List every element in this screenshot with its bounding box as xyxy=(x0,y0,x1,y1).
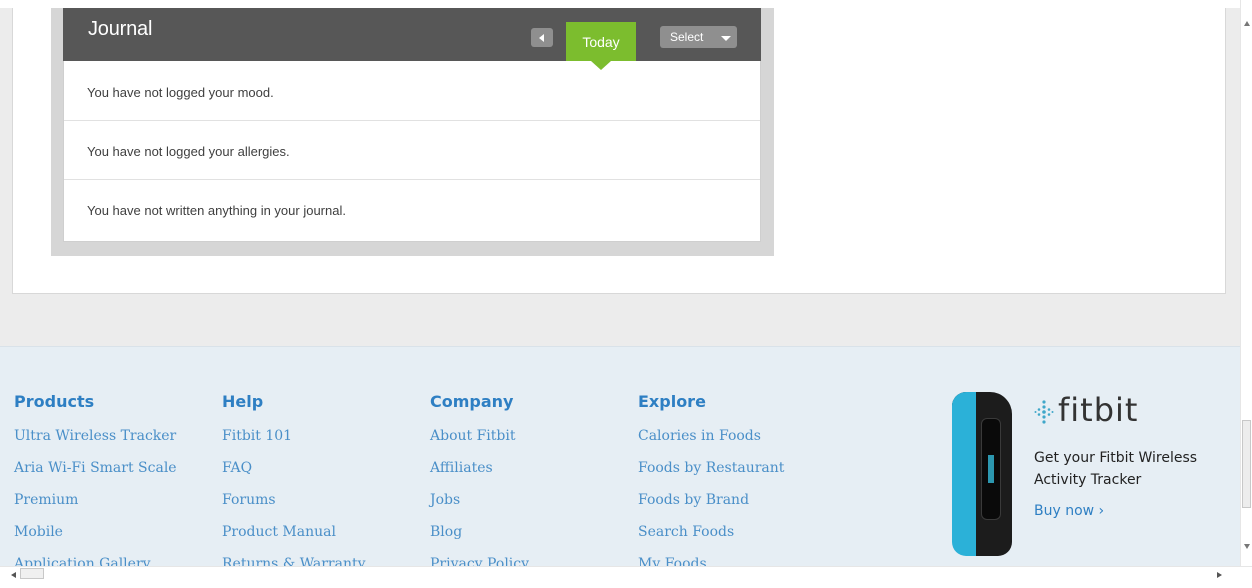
footer-link[interactable]: Affiliates xyxy=(430,460,529,492)
footer-heading: Help xyxy=(222,392,264,411)
scroll-up-icon[interactable] xyxy=(1244,21,1250,26)
footer-link[interactable]: Search Foods xyxy=(638,524,784,556)
footer-column-products: Products Ultra Wireless Tracker Aria Wi-… xyxy=(14,392,177,588)
footer-link[interactable]: Premium xyxy=(14,492,177,524)
journal-entry-allergies[interactable]: You have not logged your allergies. xyxy=(64,122,760,180)
journal-entry-mood[interactable]: You have not logged your mood. xyxy=(64,63,760,121)
footer-link[interactable]: Jobs xyxy=(430,492,529,524)
today-label: Today xyxy=(582,34,620,50)
journal-entry-text: You have not logged your mood. xyxy=(87,85,274,100)
footer-heading: Products xyxy=(14,392,95,411)
fitbit-tracker-image[interactable] xyxy=(949,388,1015,558)
footer-link[interactable]: Foods by Brand xyxy=(638,492,784,524)
vertical-scroll-thumb[interactable] xyxy=(1242,420,1251,508)
today-tab[interactable]: Today xyxy=(566,22,636,61)
footer-heading: Explore xyxy=(638,392,706,411)
journal-title: Journal xyxy=(88,18,153,40)
footer-link[interactable]: About Fitbit xyxy=(430,428,529,460)
footer-column-company: Company About Fitbit Affiliates Jobs Blo… xyxy=(430,392,529,588)
journal-entry-notes[interactable]: You have not written anything in your jo… xyxy=(64,181,760,239)
footer-link[interactable]: Aria Wi-Fi Smart Scale xyxy=(14,460,177,492)
select-label: Select xyxy=(670,30,704,44)
footer-heading: Company xyxy=(430,392,514,411)
footer-link[interactable]: Blog xyxy=(430,524,529,556)
select-dropdown[interactable]: Select xyxy=(660,26,737,48)
footer-column-explore: Explore Calories in Foods Foods by Resta… xyxy=(638,392,784,588)
footer-link[interactable]: FAQ xyxy=(222,460,366,492)
fitbit-wordmark: fitbit xyxy=(1058,391,1139,429)
footer-column-help: Help Fitbit 101 FAQ Forums Product Manua… xyxy=(222,392,366,588)
scroll-down-icon[interactable] xyxy=(1244,544,1250,549)
journal-entry-text: You have not written anything in your jo… xyxy=(87,203,346,218)
fitbit-logo-icon xyxy=(1034,400,1054,424)
horizontal-scrollbar[interactable] xyxy=(0,566,1252,581)
footer-link[interactable]: Fitbit 101 xyxy=(222,428,366,460)
scroll-left-icon[interactable] xyxy=(11,572,16,578)
footer-link[interactable]: Product Manual xyxy=(222,524,366,556)
footer-link[interactable]: Ultra Wireless Tracker xyxy=(14,428,177,460)
previous-day-button[interactable] xyxy=(531,28,553,47)
promo-text: Get your Fitbit Wireless Activity Tracke… xyxy=(1034,450,1198,488)
horizontal-scroll-thumb[interactable] xyxy=(20,568,44,579)
tracker-band xyxy=(952,392,976,556)
vertical-scrollbar[interactable] xyxy=(1240,0,1252,566)
journal-header xyxy=(63,8,761,61)
tracker-display xyxy=(981,418,1001,520)
buy-now-link[interactable]: Buy now › xyxy=(1034,503,1104,519)
journal-entry-text: You have not logged your allergies. xyxy=(87,144,290,159)
scroll-right-icon[interactable] xyxy=(1217,572,1222,578)
footer-link[interactable]: Foods by Restaurant xyxy=(638,460,784,492)
footer-link[interactable]: Calories in Foods xyxy=(638,428,784,460)
footer-link[interactable]: Forums xyxy=(222,492,366,524)
caret-down-icon xyxy=(721,36,731,41)
footer-link[interactable]: Mobile xyxy=(14,524,177,556)
